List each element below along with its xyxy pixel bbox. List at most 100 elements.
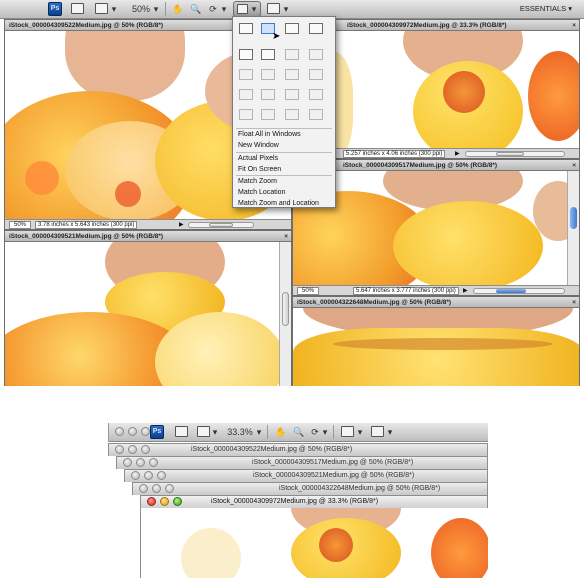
status-zoom-field[interactable]: 50% xyxy=(9,221,31,229)
minimize-window-icon[interactable] xyxy=(144,471,153,480)
rotate-view-icon[interactable]: ⟳ xyxy=(309,425,321,439)
tile-all-horizontally-icon[interactable] xyxy=(309,23,323,34)
scrollbar-thumb[interactable] xyxy=(209,223,233,227)
scrollbar-thumb[interactable] xyxy=(570,207,577,229)
six-up-vertical-icon[interactable] xyxy=(239,109,253,120)
scrollbar-thumb[interactable] xyxy=(496,152,524,156)
document-window[interactable]: iStock_000004309521Medium.jpg @ 50% (RGB… xyxy=(4,230,292,386)
two-up-horizontal-icon[interactable] xyxy=(261,49,275,60)
hand-tool-icon[interactable]: ✋ xyxy=(172,2,184,16)
three-up-horizontal-icon[interactable] xyxy=(309,49,323,60)
zoom-level[interactable]: 33.3% xyxy=(225,425,255,439)
zoom-window-icon[interactable] xyxy=(141,445,150,454)
screen-mode-icon[interactable] xyxy=(371,426,384,437)
status-zoom-field[interactable]: 50% xyxy=(297,287,319,295)
launch-bridge-icon[interactable] xyxy=(175,426,188,437)
three-up-stacked-icon[interactable] xyxy=(239,69,253,80)
status-menu-arrow-icon[interactable]: ▶ xyxy=(179,221,184,229)
minimize-window-icon[interactable] xyxy=(128,427,137,436)
view-extras-icon[interactable] xyxy=(197,426,210,437)
floating-document-window[interactable]: iStock_000004309517Medium.jpg @ 50% (RGB… xyxy=(116,456,488,469)
workspace-switcher[interactable]: ESSENTIALS ▾ xyxy=(518,2,574,16)
active-document-window[interactable]: iStock_000004309972Medium.jpg @ 33.3% (R… xyxy=(140,495,488,508)
four-up-vertical-icon[interactable] xyxy=(285,69,299,80)
zoom-window-icon[interactable] xyxy=(165,484,174,493)
five-up-horizontal-icon[interactable] xyxy=(285,89,299,100)
tile-all-vertically-icon[interactable] xyxy=(285,23,299,34)
close-icon[interactable]: × xyxy=(284,231,288,241)
document-size-info[interactable]: 3.78 inches x 5.643 inches (300 ppi) xyxy=(35,221,138,229)
zoom-window-icon[interactable] xyxy=(157,471,166,480)
chevron-down-icon[interactable]: ▾ xyxy=(152,2,160,16)
zoom-tool-icon[interactable]: 🔍 xyxy=(190,2,202,16)
document-tab[interactable]: iStock_000004309521Medium.jpg @ 50% (RGB… xyxy=(5,231,291,242)
menu-item-new-window[interactable]: New Window xyxy=(234,140,334,151)
minimize-window-icon[interactable] xyxy=(136,458,145,467)
menu-item-match-zoom[interactable]: Match Zoom xyxy=(234,176,334,187)
zoom-window-icon[interactable] xyxy=(173,497,182,506)
floating-document-window[interactable]: iStock_000004322648Medium.jpg @ 50% (RGB… xyxy=(132,482,488,495)
two-up-vertical-icon[interactable] xyxy=(239,49,253,60)
scrollbar-thumb[interactable] xyxy=(282,292,289,326)
consolidate-all-icon[interactable] xyxy=(239,23,253,34)
chevron-down-icon[interactable]: ▾ xyxy=(220,2,228,16)
minimize-window-icon[interactable] xyxy=(160,497,169,506)
three-up-column-icon[interactable] xyxy=(285,109,299,120)
chevron-down-icon[interactable]: ▾ xyxy=(356,425,364,439)
close-window-icon[interactable] xyxy=(131,471,140,480)
menu-item-match-location[interactable]: Match Location xyxy=(234,187,334,198)
launch-bridge-icon[interactable] xyxy=(71,3,84,14)
chevron-down-icon[interactable]: ▾ xyxy=(321,425,329,439)
menu-item-match-zoom-and-location[interactable]: Match Zoom and Location xyxy=(234,198,334,209)
zoom-window-icon[interactable] xyxy=(141,427,150,436)
chevron-down-icon[interactable]: ▾ xyxy=(211,425,219,439)
close-icon[interactable]: × xyxy=(572,160,576,170)
close-icon[interactable]: × xyxy=(572,297,576,307)
menu-item-float-all[interactable]: Float All in Windows xyxy=(234,129,334,140)
five-up-icon[interactable] xyxy=(239,89,253,100)
six-up-icon[interactable] xyxy=(309,89,323,100)
close-window-icon[interactable] xyxy=(115,445,124,454)
minimize-window-icon[interactable] xyxy=(128,445,137,454)
four-up-icon[interactable] xyxy=(261,69,275,80)
view-extras-icon[interactable] xyxy=(95,3,108,14)
horizontal-scrollbar[interactable] xyxy=(473,288,565,294)
close-window-icon[interactable] xyxy=(115,427,124,436)
hand-tool-icon[interactable]: ✋ xyxy=(275,425,287,439)
zoom-level[interactable]: 50% xyxy=(128,2,154,16)
document-size-info[interactable]: 5.257 inches x 4.06 inches (300 ppi) xyxy=(343,150,446,158)
status-menu-arrow-icon[interactable]: ▶ xyxy=(463,287,468,295)
arrange-documents-button[interactable]: ▾ xyxy=(233,1,261,17)
five-up-vertical-icon[interactable] xyxy=(261,89,275,100)
six-up-horizontal-icon[interactable] xyxy=(261,109,275,120)
document-window[interactable]: iStock_000004322648Medium.jpg @ 50% (RGB… xyxy=(292,296,580,386)
document-size-info[interactable]: 5.647 inches x 3.777 inches (300 ppi) xyxy=(353,287,459,295)
zoom-window-icon[interactable] xyxy=(149,458,158,467)
zoom-tool-icon[interactable]: 🔍 xyxy=(293,425,305,439)
menu-item-fit-on-screen[interactable]: Fit On Screen xyxy=(234,164,334,175)
scrollbar-thumb[interactable] xyxy=(496,289,526,293)
chevron-down-icon[interactable]: ▾ xyxy=(282,2,290,16)
horizontal-scrollbar[interactable] xyxy=(465,151,565,157)
floating-document-window[interactable]: iStock_000004309522Medium.jpg @ 50% (RGB… xyxy=(108,443,488,456)
chevron-down-icon[interactable]: ▾ xyxy=(110,2,118,16)
close-window-icon[interactable] xyxy=(147,497,156,506)
chevron-down-icon[interactable]: ▾ xyxy=(386,425,394,439)
minimize-window-icon[interactable] xyxy=(152,484,161,493)
status-menu-arrow-icon[interactable]: ▶ xyxy=(455,150,460,158)
close-window-icon[interactable] xyxy=(123,458,132,467)
document-tab[interactable]: iStock_000004322648Medium.jpg @ 50% (RGB… xyxy=(293,297,579,308)
four-up-horizontal-icon[interactable] xyxy=(309,69,323,80)
screen-mode-icon[interactable] xyxy=(267,3,280,14)
two-up-stacked-icon[interactable] xyxy=(309,109,323,120)
close-icon[interactable]: × xyxy=(572,20,576,30)
floating-document-window[interactable]: iStock_000004309521Medium.jpg @ 50% (RGB… xyxy=(124,469,488,482)
close-window-icon[interactable] xyxy=(139,484,148,493)
menu-item-actual-pixels[interactable]: Actual Pixels xyxy=(234,153,334,164)
three-up-vertical-icon[interactable] xyxy=(285,49,299,60)
rotate-view-icon[interactable]: ⟳ xyxy=(207,2,219,16)
chevron-down-icon[interactable]: ▾ xyxy=(255,425,263,439)
arrange-documents-icon[interactable] xyxy=(341,426,354,437)
vertical-scrollbar[interactable] xyxy=(279,242,291,386)
vertical-scrollbar[interactable] xyxy=(567,171,579,287)
